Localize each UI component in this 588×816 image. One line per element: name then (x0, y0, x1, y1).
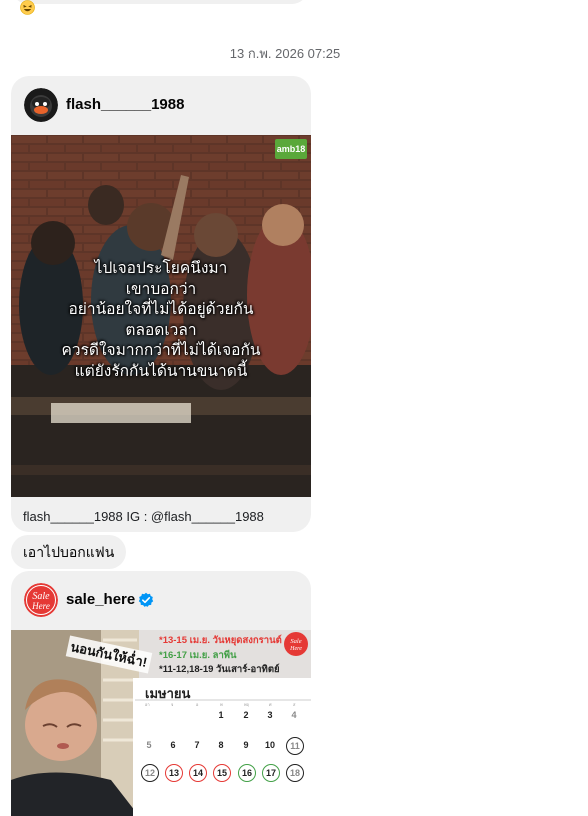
calendar-month-title: เมษายน (145, 686, 191, 701)
post-image[interactable]: amb18 ไปเจอประโยคนึงมา เขาบอกว่า อย่าน้อ… (11, 135, 311, 497)
calendar-day: 14 (189, 764, 207, 782)
shared-post-header[interactable]: Sale Here sale_here (11, 571, 311, 630)
calendar-day: 10 (264, 740, 275, 750)
svg-text:Sale: Sale (290, 638, 301, 645)
image-overlay-text: ไปเจอประโยคนึงมา เขาบอกว่า อย่าน้อยใจที่… (61, 260, 261, 380)
shared-post-card[interactable]: flash______1988 amb18 ไปเจอประโยคนึงมา เ… (11, 76, 311, 532)
shared-post-card[interactable]: Sale Here sale_here Sale Here อา จ อ พ พ… (11, 571, 311, 816)
calendar-day: 12 (141, 764, 159, 782)
post-author-username[interactable]: sale_here (66, 591, 135, 608)
svg-text:Here: Here (289, 646, 302, 652)
logo-text-bottom: Here (31, 601, 50, 611)
calendar-day: 5 (146, 740, 152, 750)
verified-badge-icon (138, 592, 154, 608)
calendar-day: 1 (218, 710, 224, 720)
message-timestamp: 13 ก.พ. 2026 07:25 (229, 46, 341, 61)
text-message-bubble[interactable]: เอาไปบอกแฟน (11, 535, 127, 569)
calendar-day: 8 (218, 740, 224, 750)
laughing-emoji-icon (20, 0, 35, 15)
calendar-day: 16 (238, 764, 256, 782)
calendar-day: 9 (243, 740, 249, 750)
calendar-day: 2 (243, 710, 249, 720)
calendar-day: 15 (213, 764, 231, 782)
avatar[interactable] (24, 88, 58, 122)
promo-line-leave: *16-17 เม.ย. ลาพีน (159, 650, 237, 661)
promo-line-songkran: *13-15 เม.ย. วันหยุดสงกรานต์ (159, 635, 282, 646)
calendar-day: 13 (165, 764, 183, 782)
calendar-day: 11 (286, 737, 304, 755)
channel-watermark: amb18 (275, 139, 307, 159)
post-image[interactable]: Sale Here อา จ อ พ พฤ ศ ส นอนกันให้ฉ่ำ! … (11, 630, 311, 816)
post-author-username[interactable]: flash______1988 (66, 96, 184, 113)
calendar-day: 3 (267, 710, 273, 720)
promo-line-weekend: *11-12,18-19 วันเสาร์-อาทิตย์ (159, 664, 280, 675)
calendar-day: 4 (291, 710, 297, 720)
calendar-day: 17 (262, 764, 280, 782)
post-caption: flash______1988 IG : @flash______1988 (23, 509, 264, 524)
shared-post-header[interactable]: flash______1988 (11, 76, 311, 135)
previous-message-bubble[interactable] (12, 0, 308, 4)
calendar-day: 7 (194, 740, 200, 750)
calendar-day: 6 (170, 740, 176, 750)
avatar[interactable]: Sale Here (24, 583, 58, 617)
calendar-day: 18 (286, 764, 304, 782)
